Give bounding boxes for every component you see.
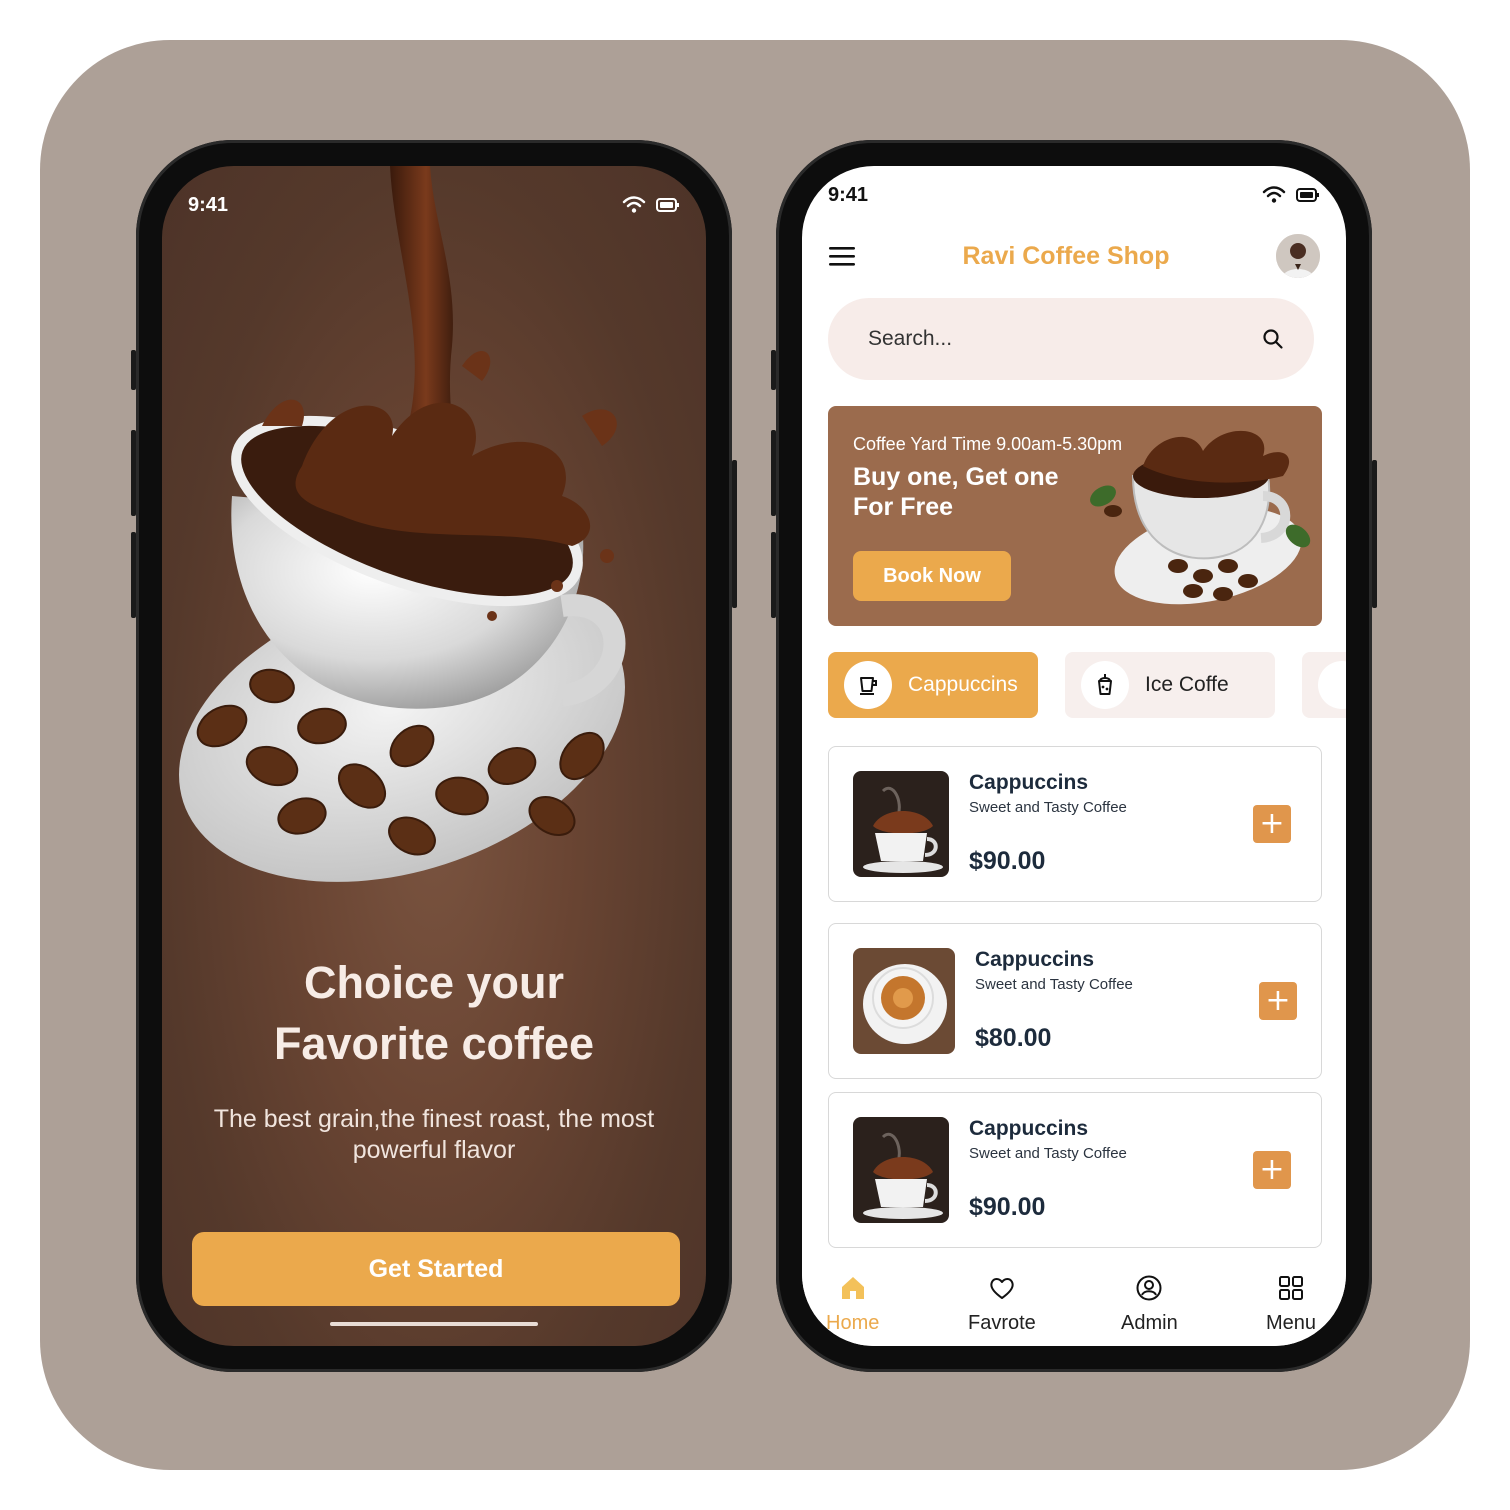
get-started-button[interactable]: Get Started xyxy=(192,1232,680,1306)
product-description: Sweet and Tasty Coffee xyxy=(969,1145,1127,1162)
onboarding-title-line2: Favorite coffee xyxy=(273,1018,595,1069)
nav-item-admin[interactable]: Admin xyxy=(1121,1274,1178,1335)
phone-home: 9:41 Ravi Coffee Shop Search... Coffee Y… xyxy=(771,140,1377,1372)
category-label: Cappuccins xyxy=(908,673,1018,696)
category-label: Ice Coffe xyxy=(1145,673,1229,696)
status-time: 9:41 xyxy=(188,193,229,216)
coffee-splash-illustration xyxy=(179,166,626,882)
status-time: 9:41 xyxy=(828,183,869,206)
plus-icon: + xyxy=(1265,983,1291,1018)
search-bar[interactable] xyxy=(828,298,1314,380)
grid-icon xyxy=(1279,1276,1304,1300)
promo-banner: Coffee Yard Time 9.00am-5.30pm Buy one, … xyxy=(828,406,1322,626)
top-app-bar: Ravi Coffee Shop xyxy=(828,232,1320,280)
add-to-cart-button[interactable]: + xyxy=(1253,1151,1291,1189)
product-name: Cappuccins xyxy=(975,948,1095,971)
battery-icon xyxy=(1296,188,1319,202)
category-chip-more[interactable] xyxy=(1302,652,1346,718)
add-to-cart-button[interactable]: + xyxy=(1253,805,1291,843)
mockup-background: 9:41 Choice your Favorite coffee The bes… xyxy=(40,40,1470,1470)
onboarding-title-line1: Choice your xyxy=(303,957,565,1008)
coffee-cup-icon xyxy=(844,661,892,709)
search-input[interactable] xyxy=(866,326,1170,352)
coffee-top-view-photo xyxy=(853,948,955,1054)
product-card[interactable]: Cappuccins Sweet and Tasty Coffee $90.00… xyxy=(828,746,1322,902)
category-chip-cappuccins[interactable]: Cappuccins xyxy=(828,652,1038,718)
home-screen: 9:41 Ravi Coffee Shop Search... Coffee Y… xyxy=(802,166,1346,1346)
category-chips: Cappuccins Ice Coffe xyxy=(828,652,1346,720)
heart-icon xyxy=(990,1278,1014,1299)
product-card[interactable]: Cappuccins Sweet and Tasty Coffee $80.00… xyxy=(828,923,1322,1079)
search-icon[interactable] xyxy=(1262,328,1284,350)
category-icon xyxy=(1318,661,1346,709)
product-price: $90.00 xyxy=(969,847,1046,875)
promo-headline-line1: Buy one, Get one xyxy=(853,463,1059,491)
nav-item-favrote[interactable]: Favrote xyxy=(968,1274,1036,1335)
product-description: Sweet and Tasty Coffee xyxy=(975,976,1133,993)
promo-headline-line2: For Free xyxy=(853,493,954,521)
bottom-navigation: Home Favrote Admin Menu xyxy=(802,1266,1346,1346)
product-description: Sweet and Tasty Coffee xyxy=(969,799,1127,816)
iced-coffee-icon xyxy=(1081,661,1129,709)
coffee-splash-photo xyxy=(853,771,949,877)
promo-time: Coffee Yard Time 9.00am-5.30pm xyxy=(853,434,1123,454)
status-bar: 9:41 xyxy=(828,180,1320,210)
nav-label: Menu xyxy=(1266,1312,1317,1334)
nav-label: Favrote xyxy=(968,1312,1036,1334)
nav-item-home[interactable]: Home xyxy=(826,1274,879,1335)
product-image xyxy=(853,771,949,877)
home-indicator xyxy=(330,1322,538,1326)
plus-icon: + xyxy=(1259,806,1285,841)
power-button xyxy=(1372,460,1377,608)
product-price: $80.00 xyxy=(975,1024,1052,1052)
product-image xyxy=(853,948,955,1054)
volume-down-button xyxy=(131,532,136,618)
wifi-icon xyxy=(622,196,646,213)
product-card[interactable]: Cappuccins Sweet and Tasty Coffee $90.00… xyxy=(828,1092,1322,1248)
promo-headline: Buy one, Get one For Free xyxy=(853,462,1093,522)
hamburger-menu-icon[interactable] xyxy=(828,245,856,267)
power-button xyxy=(732,460,737,608)
onboarding-screen: 9:41 Choice your Favorite coffee The bes… xyxy=(162,166,706,1346)
battery-icon xyxy=(656,198,679,212)
coffee-splash-photo xyxy=(853,1117,949,1223)
product-name: Cappuccins xyxy=(969,1117,1089,1140)
profile-photo-icon xyxy=(1275,234,1320,278)
home-icon xyxy=(841,1277,864,1299)
mute-switch xyxy=(131,350,136,390)
avatar[interactable] xyxy=(1275,234,1320,278)
phone-onboarding: 9:41 Choice your Favorite coffee The bes… xyxy=(131,140,737,1372)
category-chip-ice-coffe[interactable]: Ice Coffe xyxy=(1065,652,1275,718)
promo-coffee-illustration xyxy=(1090,430,1311,605)
mute-switch xyxy=(771,350,776,390)
book-now-button[interactable]: Book Now xyxy=(853,551,1011,601)
wifi-icon xyxy=(1262,186,1286,203)
product-name: Cappuccins xyxy=(969,771,1089,794)
volume-down-button xyxy=(771,532,776,618)
app-title: Ravi Coffee Shop xyxy=(962,241,1170,270)
user-circle-icon xyxy=(1136,1275,1162,1301)
product-image xyxy=(853,1117,949,1223)
nav-label: Admin xyxy=(1121,1312,1178,1334)
nav-item-menu[interactable]: Menu xyxy=(1266,1274,1316,1335)
plus-icon: + xyxy=(1259,1152,1285,1187)
add-to-cart-button[interactable]: + xyxy=(1259,982,1297,1020)
nav-label: Home xyxy=(826,1312,880,1334)
volume-up-button xyxy=(131,430,136,516)
onboarding-title: Choice your Favorite coffee xyxy=(162,952,706,1074)
onboarding-subtitle: The best grain,the finest roast, the mos… xyxy=(213,1105,655,1164)
product-price: $90.00 xyxy=(969,1193,1046,1221)
volume-up-button xyxy=(771,430,776,516)
status-bar: 9:41 xyxy=(188,190,680,220)
